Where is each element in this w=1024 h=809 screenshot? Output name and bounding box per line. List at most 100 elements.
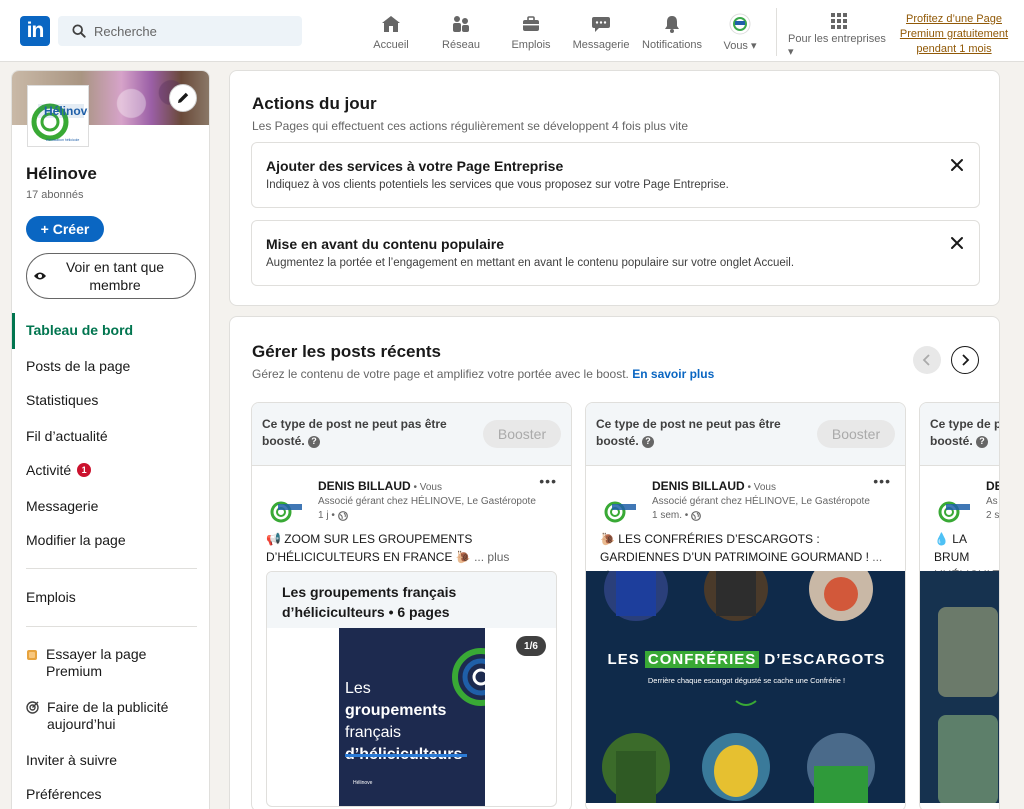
divider — [26, 626, 197, 627]
help-icon[interactable]: ? — [976, 435, 989, 448]
eye-icon — [34, 272, 46, 280]
nav-divider — [776, 8, 777, 56]
nav-home-label: Accueil — [373, 39, 409, 51]
boost-button[interactable]: Booster — [483, 420, 561, 448]
post-card[interactable]: Ce type de post ne peut pas être boosté.… — [251, 402, 572, 809]
image-region — [938, 607, 998, 697]
menu-advertise[interactable]: Faire de la publicité aujourd’hui — [26, 699, 186, 733]
author-name[interactable]: DE — [986, 479, 999, 493]
menu-messaging[interactable]: Messagerie — [26, 498, 98, 514]
carousel-next-button[interactable] — [951, 346, 979, 374]
help-icon[interactable]: ? — [308, 435, 321, 448]
nav-me[interactable]: Vous ▾ — [722, 12, 758, 56]
action-title: Ajouter des services à votre Page Entrep… — [266, 158, 564, 174]
active-indicator — [12, 313, 15, 349]
menu-analytics[interactable]: Statistiques — [26, 392, 98, 408]
chevron-left-icon — [922, 354, 930, 366]
help-icon[interactable]: ? — [642, 435, 655, 448]
recent-posts-card: Gérer les posts récents Gérez le contenu… — [229, 316, 1000, 809]
nav-jobs[interactable]: Emplois — [511, 12, 551, 56]
carousel-prev-button[interactable] — [913, 346, 941, 374]
close-icon[interactable] — [949, 235, 965, 251]
post-card[interactable]: Ce type de p boosté. ? DE As 2 s 💧 LA BR… — [919, 402, 1000, 809]
menu-activity[interactable]: Activité 1 — [26, 462, 92, 478]
daily-actions-card: Actions du jour Les Pages qui effectuent… — [229, 70, 1000, 306]
organization-logo[interactable]: Hélinove Association hélicicole — [27, 85, 89, 147]
menu-edit-page[interactable]: Modifier la page — [26, 532, 126, 548]
action-add-services[interactable]: Ajouter des services à votre Page Entrep… — [251, 142, 980, 208]
view-as-member-label: Voir en tant que membre — [65, 259, 165, 293]
not-boostable-notice: Ce type de post ne peut pas être boosté.… — [596, 417, 781, 448]
nav-notifications[interactable]: Notifications — [641, 12, 703, 56]
avatar — [728, 12, 752, 36]
linkedin-logo[interactable]: in — [20, 16, 50, 46]
home-icon — [379, 12, 403, 36]
nav-network-label: Réseau — [442, 39, 480, 51]
author-headline: Associé gérant chez HÉLINOVE, Le Gastéro… — [652, 496, 870, 507]
view-as-member-button[interactable]: Voir en tant que membre — [26, 253, 196, 299]
underline-bar — [345, 754, 467, 757]
more-options-icon[interactable]: ••• — [539, 473, 557, 489]
author-logo[interactable] — [936, 491, 974, 529]
nav-notifications-label: Notifications — [642, 39, 702, 51]
author-logo[interactable] — [268, 491, 306, 529]
logo-subtext: Association hélicicole — [46, 138, 79, 142]
menu-page-posts[interactable]: Posts de la page — [26, 358, 130, 374]
post-image[interactable] — [920, 571, 999, 803]
create-button[interactable]: + Créer — [26, 216, 104, 242]
close-icon[interactable] — [949, 157, 965, 173]
menu-try-premium[interactable]: Essayer la page Premium — [26, 646, 166, 680]
pencil-icon — [178, 92, 189, 103]
post-boost-header: Ce type de p boosté. ? — [920, 403, 1000, 466]
recent-posts-title: Gérer les posts récents — [252, 342, 441, 361]
document-preview[interactable]: Les groupements français d’héliciculteur… — [266, 571, 557, 807]
edit-button[interactable] — [169, 84, 197, 112]
nav-messaging[interactable]: Messagerie — [573, 12, 629, 56]
confreries-graphic — [586, 571, 905, 803]
chevron-down-icon: ▾ — [788, 46, 794, 58]
messaging-icon — [589, 12, 613, 36]
more-options-icon[interactable]: ••• — [873, 473, 891, 489]
search-input[interactable] — [94, 23, 284, 39]
see-more-link[interactable]: ... plus — [471, 550, 509, 564]
target-icon — [26, 701, 39, 733]
post-time: 1 j • — [318, 510, 348, 521]
nav-jobs-label: Emplois — [511, 39, 551, 51]
action-description: Augmentez la portée et l’engagement en m… — [266, 257, 795, 269]
globe-icon — [337, 510, 348, 521]
nav-network[interactable]: Réseau — [442, 12, 480, 56]
post-image[interactable]: LES CONFRÉRIES D’ESCARGOTS Derrière chaq… — [586, 571, 905, 803]
author-headline: Associé gérant chez HÉLINOVE, Le Gastéro… — [318, 496, 536, 507]
post-time: 1 sem. • — [652, 510, 701, 521]
action-feature-popular-content[interactable]: Mise en avant du contenu populaire Augme… — [251, 220, 980, 286]
menu-invite-to-follow[interactable]: Inviter à suivre — [26, 752, 117, 768]
author-logo[interactable] — [602, 491, 640, 529]
menu-preferences[interactable]: Préférences — [26, 786, 101, 802]
image-caption: Derrière chaque escargot dégusté se cach… — [647, 676, 846, 685]
document-title: Les groupements français d’héliciculteur… — [282, 584, 457, 620]
boost-button[interactable]: Booster — [817, 420, 895, 448]
page-admin-sidebar: Hélinove Association hélicicole Hélinove… — [11, 70, 210, 809]
logo-text: Hélinove — [44, 104, 89, 118]
menu-feed[interactable]: Fil d’actualité — [26, 428, 108, 444]
nav-me-label: Vous ▾ — [723, 40, 757, 52]
menu-jobs[interactable]: Emplois — [26, 589, 76, 605]
post-card[interactable]: Ce type de post ne peut pas être boosté.… — [585, 402, 906, 809]
author-headline: As — [986, 496, 998, 507]
document-page: Les groupements français d’héliciculteur… — [339, 628, 485, 806]
nav-home[interactable]: Accueil — [372, 12, 410, 56]
action-title: Mise en avant du contenu populaire — [266, 236, 505, 252]
action-description: Indiquez à vos clients potentiels les se… — [266, 179, 729, 191]
menu-dashboard[interactable]: Tableau de bord — [26, 322, 133, 338]
daily-actions-subtitle: Les Pages qui effectuent ces actions rég… — [252, 119, 689, 133]
image-region — [938, 715, 998, 803]
nav-for-business[interactable]: Pour les entreprises ▾ — [788, 12, 890, 58]
author-name[interactable]: DENIS BILLAUD • Vous — [652, 479, 776, 493]
organization-name[interactable]: Hélinove — [26, 164, 97, 184]
search-bar[interactable] — [58, 16, 302, 46]
learn-more-link[interactable]: En savoir plus — [632, 367, 714, 381]
recent-posts-subtitle: Gérez le contenu de votre page et amplif… — [252, 367, 715, 381]
premium-offer-link[interactable]: Profitez d’une Page Premium gratuitement… — [898, 12, 1010, 57]
not-boostable-notice: Ce type de p boosté. ? — [930, 417, 1000, 448]
author-name[interactable]: DENIS BILLAUD • Vous — [318, 479, 442, 493]
